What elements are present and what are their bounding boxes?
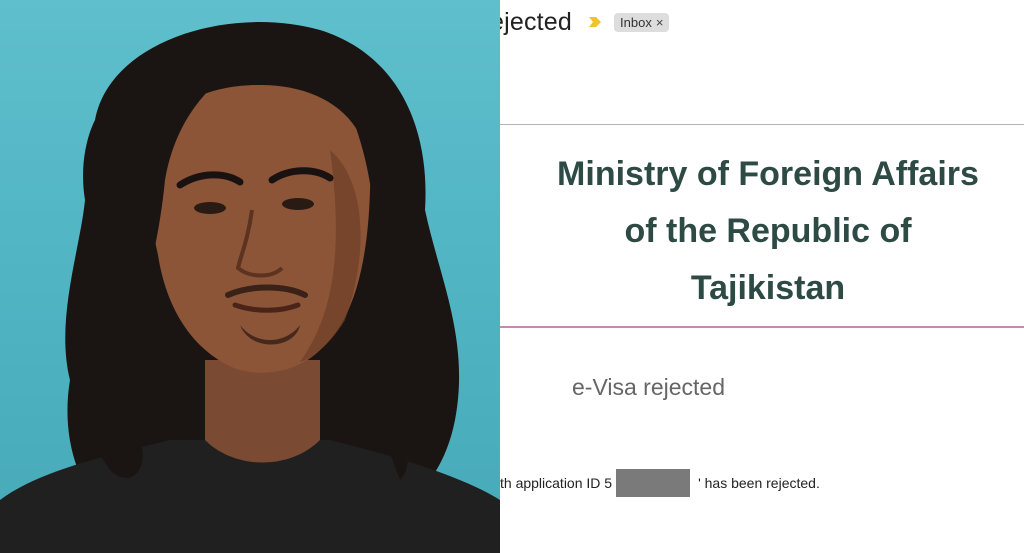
header-divider-bottom <box>500 326 1024 328</box>
ministry-line-3: Tajikistan <box>690 269 846 307</box>
subject-row: ejected Inbox × <box>500 6 670 38</box>
email-body-line: th application ID 5 ' has been rejected. <box>500 468 820 498</box>
eye-right <box>282 198 314 210</box>
inbox-label-chip: Inbox × <box>614 12 670 32</box>
eye-left <box>194 202 226 214</box>
email-panel: ejected Inbox × Ministry of Foreign Affa… <box>500 0 1024 553</box>
portrait-illustration <box>0 22 500 553</box>
ministry-line-1: Ministry of Foreign Affairs <box>557 155 979 193</box>
ministry-heading: Ministry of Foreign Affairs of the Repub… <box>530 146 1006 317</box>
importance-marker-icon[interactable] <box>588 15 602 29</box>
ministry-line-2: of the Republic of <box>624 212 912 250</box>
portrait-photo <box>0 0 500 553</box>
body-suffix: ' has been rejected. <box>698 475 820 491</box>
inbox-label-text: Inbox <box>620 14 652 30</box>
body-prefix: th application ID 5 <box>500 475 613 491</box>
neck <box>205 360 320 463</box>
email-subject: ejected <box>500 7 573 36</box>
redacted-application-id <box>616 469 691 497</box>
header-divider-top <box>500 124 1024 125</box>
evisa-status: e-Visa rejected <box>572 374 725 400</box>
remove-label-icon[interactable]: × <box>656 15 664 30</box>
